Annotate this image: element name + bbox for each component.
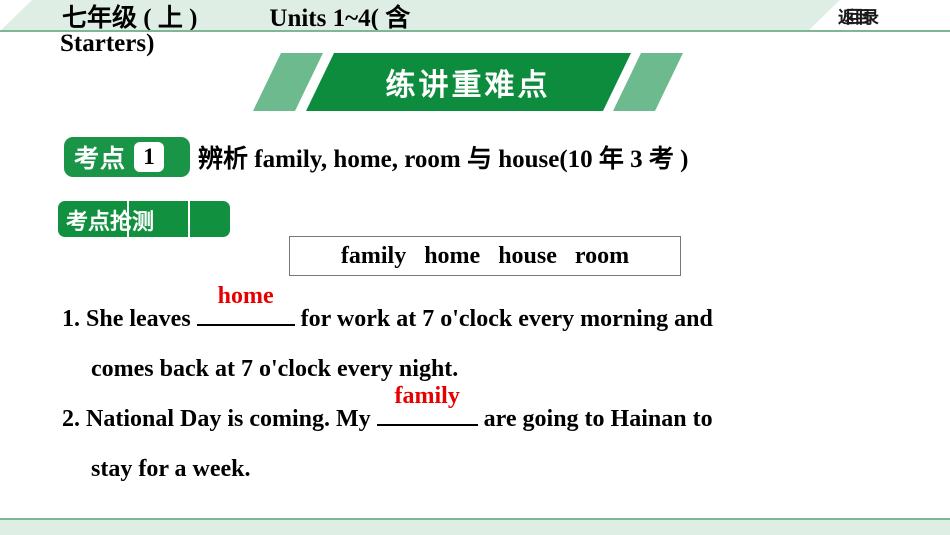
grade-title: 七年级 ( 上 ) xyxy=(62,5,198,31)
exam-point-number: 1 xyxy=(134,142,165,172)
page-title: 七年级 ( 上 ) Units 1~4( 含 xyxy=(62,0,410,31)
question-2-number: 2. xyxy=(62,406,80,432)
exam-point-badge-label: 考点 xyxy=(74,145,127,173)
question-2-pre-text: National Day is coming. My xyxy=(86,406,377,432)
question-1-blank[interactable]: home xyxy=(196,283,295,326)
question-2-blank[interactable]: family xyxy=(376,383,478,426)
question-2-post-text: are going to Hainan to xyxy=(477,406,713,432)
questions-list: 1. She leaves home for work at 7 o'clock… xyxy=(62,283,892,494)
word-bank-words: family home house room xyxy=(340,242,630,269)
exam-point-title: 辨析 family, home, room 与 house(10 年 3 考 ) xyxy=(198,146,689,173)
section-banner: 练讲重难点 xyxy=(253,53,683,111)
question-1-line-1: 1. She leaves home for work at 7 o'clock… xyxy=(62,283,892,344)
units-title: Units 1~4( 含 xyxy=(269,5,411,31)
word-bank-box: family home house room xyxy=(289,236,681,276)
banner-title: 练讲重难点 xyxy=(385,69,551,102)
quick-test-tab[interactable]: 考点抢测 xyxy=(58,201,230,237)
question-1-number: 1. xyxy=(62,306,80,332)
exam-point-badge: 考点 1 xyxy=(64,137,190,177)
return-to-contents-link[interactable]: 返回目录 xyxy=(838,3,879,28)
question-2-answer: family xyxy=(394,383,460,409)
question-2-line-1: 2. National Day is coming. My family are… xyxy=(62,383,892,444)
exam-point-heading: 考点 1 辨析 family, home, room 与 house(10 年 … xyxy=(64,136,689,178)
question-1-pre-text: She leaves xyxy=(86,306,197,332)
question-1-answer: home xyxy=(217,283,274,309)
units-title-line2: Starters) xyxy=(60,30,155,57)
page-footer xyxy=(0,518,950,535)
question-1-post-text: for work at 7 o'clock every morning and xyxy=(294,306,713,332)
page-header: 七年级 ( 上 ) Units 1~4( 含 返回目录 xyxy=(0,0,950,31)
quick-test-tab-label: 考点抢测 xyxy=(66,209,155,234)
quick-test-tab-separator-2 xyxy=(188,201,190,237)
question-2-line-2: stay for a week. xyxy=(91,456,251,482)
